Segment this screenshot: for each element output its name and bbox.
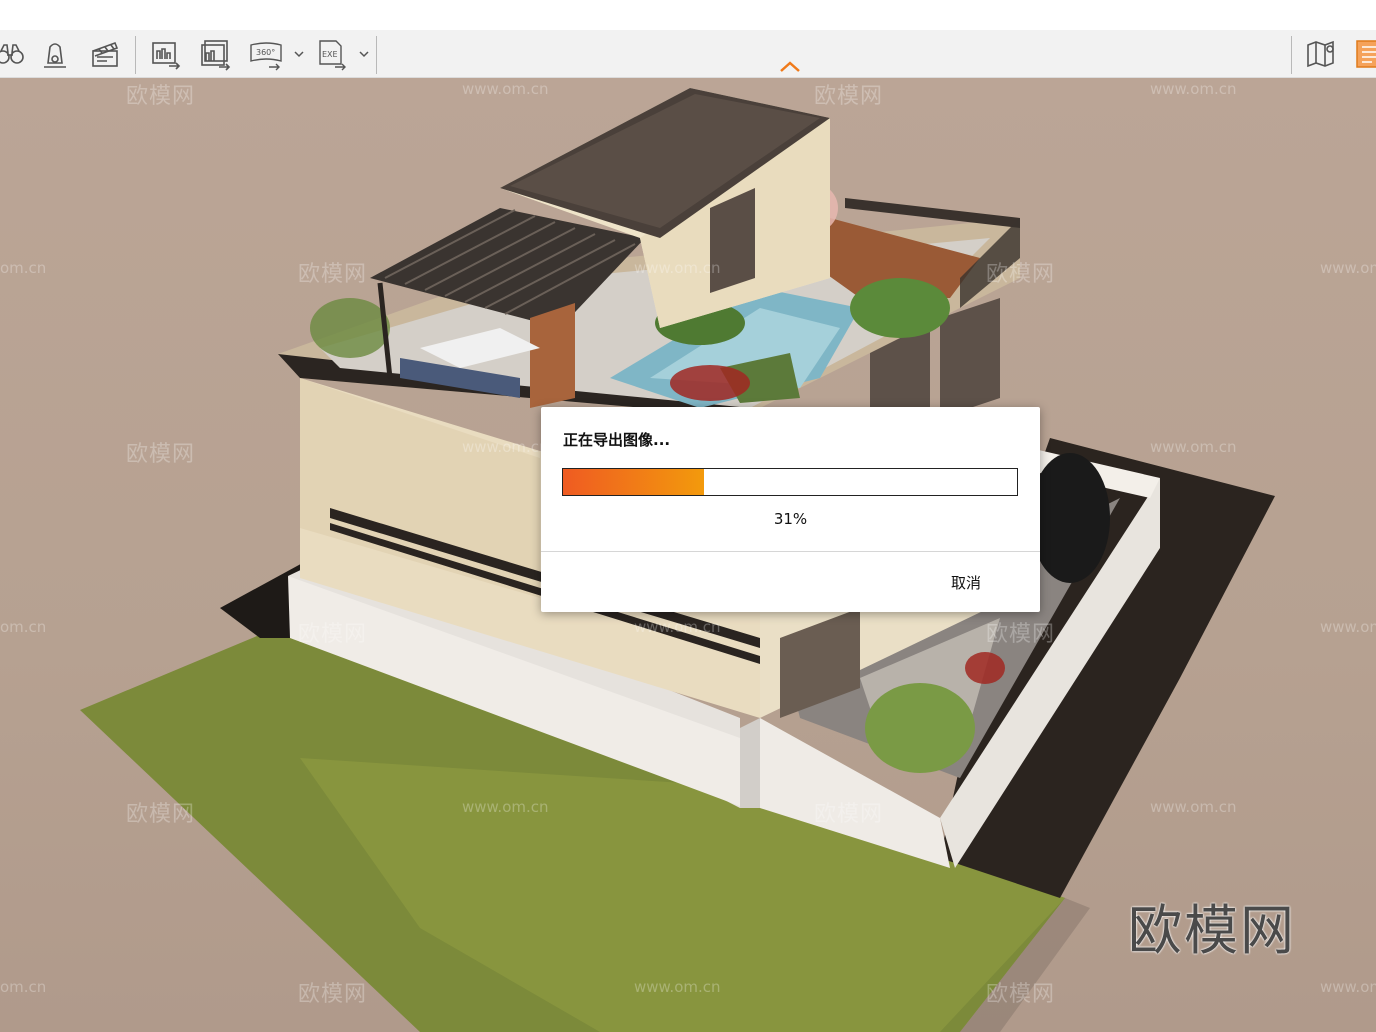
collapse-toolbar-chevron-up-icon[interactable] <box>778 58 802 76</box>
export-360-icon[interactable]: 360° <box>248 36 284 72</box>
watermark-url: om.cn <box>0 978 47 996</box>
watermark-text: 欧模网 <box>814 802 884 827</box>
export-exe-icon[interactable]: EXE <box>314 36 350 72</box>
watermark-url: www.om.cn <box>1320 259 1376 277</box>
watermark-text: 欧模网 <box>298 262 368 287</box>
toolbar-separator <box>376 36 377 74</box>
dialog-title: 正在导出图像... <box>563 431 671 449</box>
watermark-url: www.om.cn <box>1320 618 1376 636</box>
watermark-url: www.om.cn <box>462 438 549 456</box>
chevron-down-icon[interactable] <box>293 46 305 60</box>
watermark-url: www.om.cn <box>634 978 721 996</box>
progress-bar-fill <box>563 469 704 495</box>
export-progress-dialog: 正在导出图像... 31% 取消 <box>541 407 1040 612</box>
progress-bar <box>562 468 1018 496</box>
watermark-url: www.om.cn <box>1320 978 1376 996</box>
clapperboard-icon[interactable] <box>87 36 123 72</box>
watermark-url: www.om.cn <box>462 798 549 816</box>
watermark-url: www.om.cn <box>1150 80 1237 98</box>
watermark-url: www.om.cn <box>1150 798 1237 816</box>
map-pin-icon[interactable] <box>1304 36 1340 72</box>
cancel-button[interactable]: 取消 <box>951 572 981 593</box>
watermark-text: 欧模网 <box>986 982 1056 1007</box>
export-360-label: 360° <box>256 48 275 57</box>
toolbar: 360° EXE <box>0 30 1376 78</box>
chevron-down-icon[interactable] <box>358 46 370 60</box>
binoculars-icon[interactable] <box>0 36 28 72</box>
dialog-divider <box>541 551 1040 552</box>
watermark-text: 欧模网 <box>986 262 1056 287</box>
watermark-text: 欧模网 <box>126 84 196 109</box>
progress-percent: 31% <box>773 510 808 528</box>
export-image-icon[interactable] <box>148 36 184 72</box>
toolbar-separator <box>135 36 136 74</box>
watermark-text: 欧模网 <box>298 982 368 1007</box>
export-exe-label: EXE <box>322 50 338 59</box>
watermark-text: 欧模网 <box>126 802 196 827</box>
watermark-url: www.om.cn <box>462 80 549 98</box>
watermark-text: 欧模网 <box>814 84 884 109</box>
watermark-text: 欧模网 <box>298 622 368 647</box>
title-strip <box>0 0 1376 30</box>
watermark-text: 欧模网 <box>986 622 1056 647</box>
brand-watermark: 欧模网 <box>1128 899 1296 962</box>
bell-icon[interactable] <box>37 36 73 72</box>
watermark-text: 欧模网 <box>126 442 196 467</box>
watermark-url: om.cn <box>0 618 47 636</box>
watermark-url: om.cn <box>0 259 47 277</box>
export-batch-icon[interactable] <box>198 36 234 72</box>
watermark-url: www.om.cn <box>1150 438 1237 456</box>
watermark-url: www.om.cn <box>634 259 721 277</box>
panel-icon[interactable] <box>1352 36 1376 72</box>
watermark-url: www.om.cn <box>634 618 721 636</box>
toolbar-separator <box>1291 36 1292 74</box>
